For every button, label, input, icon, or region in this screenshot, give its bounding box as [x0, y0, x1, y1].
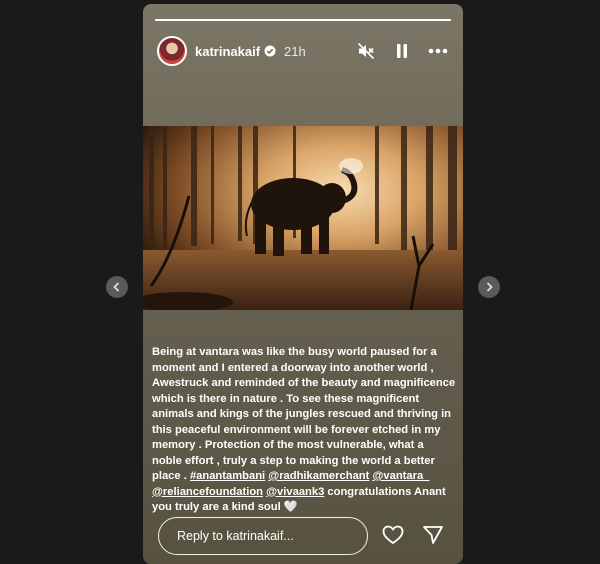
- story-header: katrinakaif 21h: [157, 35, 449, 67]
- mute-button[interactable]: [355, 40, 377, 62]
- next-story-button[interactable]: [478, 276, 500, 298]
- story-caption: Being at vantara was like the busy world…: [152, 345, 456, 516]
- story-card[interactable]: katrinakaif 21h Being at vantara was lik…: [143, 4, 463, 564]
- reply-input[interactable]: Reply to katrinakaif...: [158, 517, 368, 555]
- caption-tag[interactable]: @reliancefoundation: [152, 486, 263, 498]
- send-icon: [423, 526, 443, 544]
- more-options-icon: [428, 48, 448, 54]
- white-heart-emoji: 🤍: [283, 501, 298, 513]
- story-viewer: katrinakaif 21h Being at vantara was lik…: [0, 0, 600, 564]
- avatar[interactable]: [157, 36, 187, 66]
- pause-icon: [397, 44, 407, 58]
- heart-icon: [382, 525, 404, 545]
- caption-tag[interactable]: @vantara_: [372, 470, 429, 482]
- share-button[interactable]: [421, 523, 445, 547]
- pause-button[interactable]: [391, 40, 413, 62]
- caption-tag[interactable]: #anantambani: [190, 470, 265, 482]
- like-button[interactable]: [381, 523, 405, 547]
- story-progress-bar: [155, 19, 451, 21]
- caption-congrats: congratulations: [327, 485, 412, 498]
- story-progress-fill: [155, 19, 451, 21]
- caption-tag[interactable]: @vivaank3: [266, 486, 324, 498]
- username[interactable]: katrinakaif: [195, 44, 260, 59]
- more-options-button[interactable]: [427, 40, 449, 62]
- previous-story-button[interactable]: [106, 276, 128, 298]
- caption-text: Being at vantara was like the busy world…: [152, 346, 456, 482]
- story-photo-elephant: [143, 126, 463, 310]
- verified-badge-icon: [264, 45, 276, 57]
- chevron-right-icon: [486, 282, 493, 292]
- reply-placeholder: Reply to katrinakaif...: [177, 529, 294, 543]
- speaker-muted-icon: [357, 42, 375, 60]
- chevron-left-icon: [113, 282, 120, 292]
- caption-tag[interactable]: @radhikamerchant: [268, 470, 369, 482]
- post-time: 21h: [284, 43, 306, 59]
